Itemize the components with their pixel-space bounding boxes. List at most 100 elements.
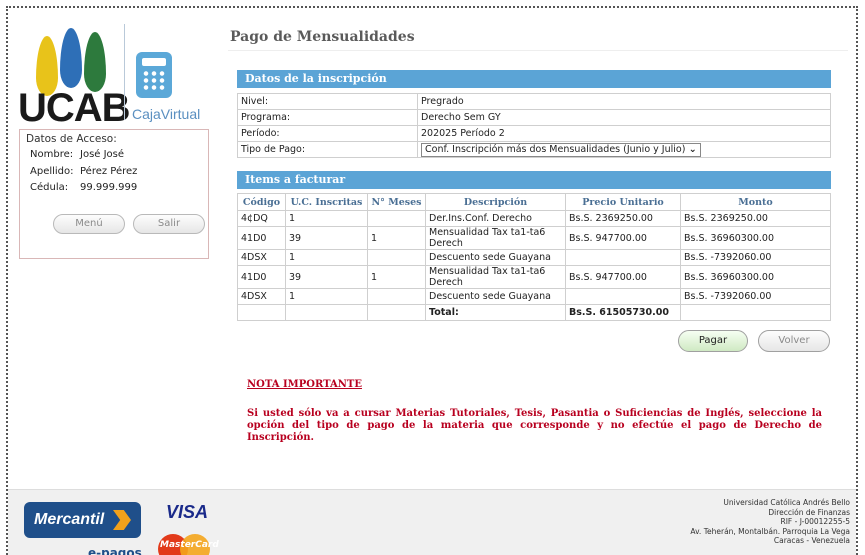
inscripcion-header: Datos de la inscripción bbox=[237, 70, 831, 88]
column-header: Monto bbox=[680, 193, 831, 211]
tipo-pago-label: Tipo de Pago: bbox=[237, 141, 418, 158]
table-cell: Bs.S. 2369250.00 bbox=[565, 210, 681, 227]
chevron-down-icon: ⌄ bbox=[685, 143, 697, 155]
page-title: Pago de Mensualidades bbox=[230, 29, 415, 45]
inscripcion-label: Período: bbox=[237, 125, 418, 142]
cedula-value: 99.999.999 bbox=[80, 182, 138, 193]
table-cell: 1 bbox=[285, 210, 368, 227]
brand-name: UCAB bbox=[18, 86, 131, 130]
logo-leaf-blue bbox=[60, 28, 82, 88]
table-cell: 1 bbox=[367, 226, 426, 250]
address-line: Dirección de Finanzas bbox=[768, 507, 850, 517]
column-header: N° Meses bbox=[367, 193, 426, 211]
mercantil-logo: Mercantil bbox=[24, 502, 141, 538]
inscripcion-value: Pregrado bbox=[417, 93, 831, 110]
table-row: 4DSX 1 Descuento sede Guayana Bs.S. -739206… bbox=[237, 249, 831, 266]
product-name: CajaVirtual bbox=[132, 106, 201, 122]
table-cell: 1 bbox=[285, 288, 368, 305]
table-row: 41D0 39 1 Mensualidad Tax ta1-ta6 Derech Bs.… bbox=[237, 226, 831, 250]
pagar-button[interactable]: Pagar bbox=[678, 330, 748, 352]
items-table: Código U.C. Inscritas N° Meses Descripción P… bbox=[237, 193, 831, 321]
table-cell bbox=[565, 249, 681, 266]
table-cell: Mensualidad Tax ta1-ta6 Derech bbox=[425, 265, 566, 289]
table-cell: 4DSX bbox=[237, 288, 286, 305]
table-cell bbox=[367, 210, 426, 227]
table-row: 4¢DQ 1 Der.Ins.Conf. Derecho Bs.S. 2369250.… bbox=[237, 210, 831, 227]
table-cell bbox=[237, 304, 286, 321]
table-cell: Bs.S. -7392060.00 bbox=[680, 288, 831, 305]
access-title: Datos de Acceso: bbox=[26, 133, 117, 145]
access-row-nombre: Nombre: José José bbox=[30, 149, 124, 160]
table-cell: Bs.S. 947700.00 bbox=[565, 226, 681, 250]
address-line: RIF - J-00012255-5 bbox=[780, 517, 850, 526]
table-cell: Der.Ins.Conf. Derecho bbox=[425, 210, 566, 227]
total-row: Total: Bs.S. 61505730.00 bbox=[237, 304, 831, 321]
table-cell bbox=[367, 288, 426, 305]
inscripcion-value: 202025 Período 2 bbox=[417, 125, 831, 142]
total-label: Total: bbox=[425, 304, 566, 321]
mercantil-label: Mercantil bbox=[34, 511, 105, 528]
tipo-pago-select[interactable]: Conf. Inscripción más dos Mensualidades … bbox=[421, 142, 701, 157]
menu-button[interactable]: Menú bbox=[53, 214, 125, 234]
epagos-label: e-pagos bbox=[88, 546, 142, 555]
table-cell: 1 bbox=[285, 249, 368, 266]
inscripcion-row: Período: 202025 Período 2 bbox=[237, 125, 831, 142]
table-cell: Bs.S. 36960300.00 bbox=[680, 226, 831, 250]
volver-button[interactable]: Volver bbox=[758, 330, 830, 352]
table-cell: 39 bbox=[285, 265, 368, 289]
table-cell: Mensualidad Tax ta1-ta6 Derech bbox=[425, 226, 566, 250]
table-cell: 41D0 bbox=[237, 226, 286, 250]
inscripcion-row: Programa: Derecho Sem GY bbox=[237, 109, 831, 126]
inscripcion-value: Derecho Sem GY bbox=[417, 109, 831, 126]
table-cell: Descuento sede Guayana bbox=[425, 288, 566, 305]
apellido-label: Apellido: bbox=[30, 166, 74, 177]
logo-leaf-green bbox=[84, 32, 106, 92]
table-cell bbox=[680, 304, 831, 321]
nombre-label: Nombre: bbox=[30, 149, 74, 160]
column-header: U.C. Inscritas bbox=[285, 193, 368, 211]
salir-button[interactable]: Salir bbox=[133, 214, 205, 234]
table-cell bbox=[565, 288, 681, 305]
column-header: Descripción bbox=[425, 193, 566, 211]
visa-logo: VISA bbox=[166, 502, 209, 522]
access-row-cedula: Cédula: 99.999.999 bbox=[30, 182, 137, 193]
inscripcion-label: Programa: bbox=[237, 109, 418, 126]
table-cell: 39 bbox=[285, 226, 368, 250]
table-cell bbox=[367, 304, 426, 321]
nota-title: NOTA IMPORTANTE bbox=[247, 379, 362, 390]
table-row: 41D0 39 1 Mensualidad Tax ta1-ta6 Derech Bs.… bbox=[237, 265, 831, 289]
inscripcion-row: Nivel: Pregrado bbox=[237, 93, 831, 110]
ucab-logo: UCAB CajaVirtual bbox=[14, 18, 214, 130]
table-cell: 4DSX bbox=[237, 249, 286, 266]
logo-divider bbox=[124, 24, 125, 120]
inscripcion-table: Nivel: Pregrado Programa: Derecho Sem GY Per… bbox=[237, 93, 831, 158]
inscripcion-label: Nivel: bbox=[237, 93, 418, 110]
table-cell bbox=[285, 304, 368, 321]
total-value: Bs.S. 61505730.00 bbox=[565, 304, 681, 321]
mercantil-arrow-icon bbox=[113, 510, 131, 530]
access-panel: Datos de Acceso: Nombre: José José Apelli… bbox=[19, 129, 209, 259]
table-cell: Bs.S. -7392060.00 bbox=[680, 249, 831, 266]
tipo-pago-cell: Conf. Inscripción más dos Mensualidades … bbox=[417, 141, 831, 158]
table-row: 4DSX 1 Descuento sede Guayana Bs.S. -739206… bbox=[237, 288, 831, 305]
table-cell: Descuento sede Guayana bbox=[425, 249, 566, 266]
tipo-pago-selected: Conf. Inscripción más dos Mensualidades … bbox=[425, 143, 686, 155]
table-cell: Bs.S. 36960300.00 bbox=[680, 265, 831, 289]
items-header: Items a facturar bbox=[237, 171, 831, 189]
nombre-value: José José bbox=[80, 149, 125, 160]
footer-address: Universidad Católica Andrés Bello Direcc… bbox=[690, 498, 850, 546]
address-line: Universidad Católica Andrés Bello bbox=[723, 498, 850, 507]
mastercard-label: MasterCard bbox=[160, 540, 219, 550]
table-cell bbox=[367, 249, 426, 266]
column-header: Código bbox=[237, 193, 286, 211]
access-row-apellido: Apellido: Pérez Pérez bbox=[30, 166, 137, 177]
tipo-pago-row: Tipo de Pago: Conf. Inscripción más dos M… bbox=[237, 141, 831, 158]
table-cell: 4¢DQ bbox=[237, 210, 286, 227]
footer: Mercantil e-pagos VISA MasterCard Univer… bbox=[8, 489, 856, 555]
table-cell: 41D0 bbox=[237, 265, 286, 289]
nota-body: Si usted sólo va a cursar Materias Tutor… bbox=[247, 408, 822, 443]
address-line: Av. Teherán, Montalbán. Parroquia La Veg… bbox=[690, 526, 850, 536]
cedula-label: Cédula: bbox=[30, 182, 69, 193]
calculator-icon bbox=[136, 52, 172, 98]
address-line: Caracas - Venezuela bbox=[773, 536, 850, 545]
